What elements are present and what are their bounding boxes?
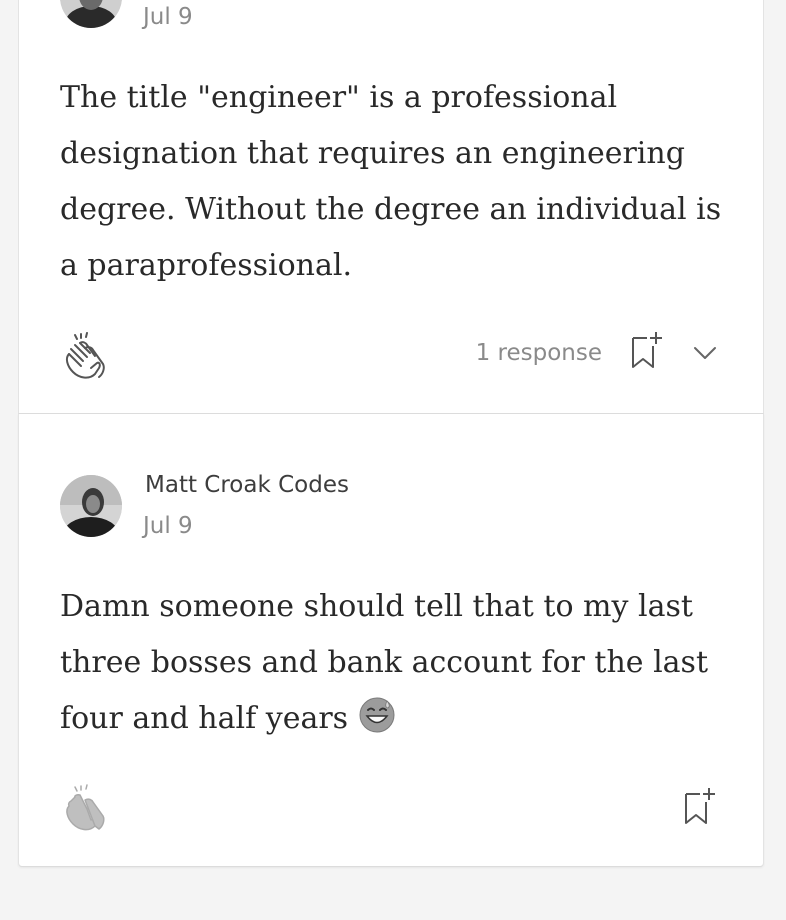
grinning-face-with-sweat-icon [359,697,395,733]
bookmark-add-icon[interactable] [683,786,717,826]
comment-body: Damn someone should tell that to my last… [60,579,740,747]
comment-card: Matt Croak Codes Jul 9 Damn someone shou… [18,414,764,867]
clap-hands-icon[interactable] [59,332,111,384]
comment-card: Jul 9 The title "engineer" is a professi… [18,0,764,414]
responses-link[interactable]: 1 response [476,340,602,366]
comment-date[interactable]: Jul 9 [143,4,193,30]
page: Jul 9 The title "engineer" is a professi… [0,0,786,920]
bookmark-add-icon[interactable] [630,330,664,370]
chevron-down-icon[interactable] [691,342,719,364]
author-name[interactable]: Matt Croak Codes [145,472,349,498]
avatar[interactable] [60,0,122,28]
clap-hands-icon[interactable] [59,784,111,836]
comment-body: The title "engineer" is a professional d… [60,80,722,283]
avatar[interactable] [60,475,122,537]
comment-date[interactable]: Jul 9 [143,513,193,539]
